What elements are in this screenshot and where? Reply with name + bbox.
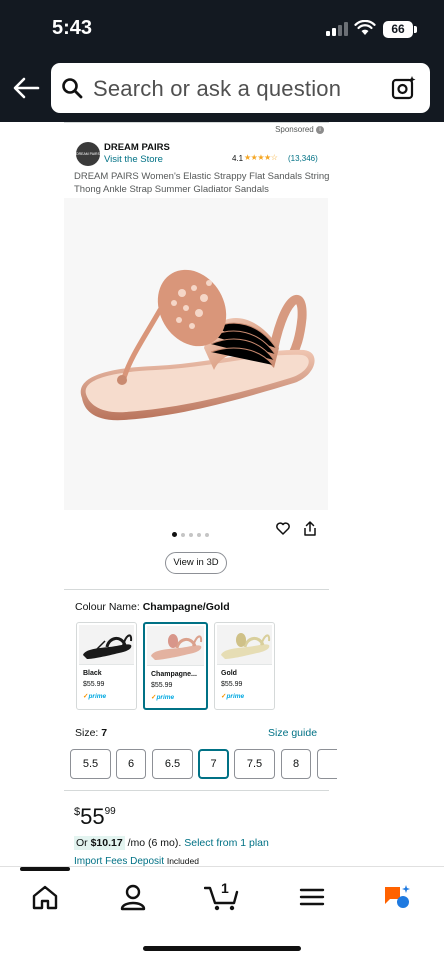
sponsored-label[interactable]: Sponsored i (275, 125, 324, 134)
divider (64, 589, 329, 590)
info-icon: i (316, 125, 324, 134)
battery-indicator: 66 (383, 21, 413, 38)
installment-offer: Or $10.17 /mo (6 mo). Select from 1 plan (74, 836, 269, 850)
price-fraction: 99 (104, 806, 116, 817)
visit-store-link[interactable]: Visit the Store (104, 154, 163, 165)
heart-icon[interactable] (276, 522, 290, 535)
brand-name: DREAM PAIRS (104, 142, 170, 153)
size-option[interactable]: 5.5 (70, 749, 111, 779)
swatch-thumbnail (147, 626, 204, 666)
price-currency: $ (74, 806, 81, 818)
share-icon[interactable] (303, 521, 317, 536)
swatch-price: $55.99 (83, 681, 105, 688)
swatch-name: Gold (221, 670, 237, 677)
colour-swatch-black[interactable]: Black $55.99 ✓prime (76, 622, 137, 710)
star-rating-icon[interactable]: ★★★★☆ (244, 153, 278, 162)
carousel-dot[interactable] (189, 532, 193, 537)
selected-size: 7 (101, 727, 108, 739)
cart-tab[interactable]: 1 (203, 880, 240, 911)
menu-icon[interactable] (297, 883, 327, 911)
product-content: Sponsored i DREAM PAIRS DREAM PAIRS Visi… (0, 122, 444, 868)
price-whole: 55 (80, 804, 105, 829)
back-arrow-icon[interactable] (12, 76, 40, 100)
sandal-thumb (151, 634, 203, 660)
sandal-thumb (221, 633, 271, 659)
carousel-dot[interactable] (172, 532, 177, 538)
image-carousel-dots[interactable] (172, 526, 213, 538)
brand-logo[interactable]: DREAM PAIRS (76, 142, 100, 166)
search-header: Search or ask a question (0, 58, 444, 122)
prime-badge: ✓prime (221, 693, 245, 700)
size-option[interactable]: 6.5 (152, 749, 193, 779)
carousel-dot[interactable] (205, 532, 209, 537)
view-in-3d-button[interactable]: View in 3D (165, 552, 227, 574)
swatch-price: $55.99 (221, 681, 243, 688)
rating-value: 4.1 (232, 154, 244, 163)
status-bar: 5:43 66 (0, 0, 444, 58)
swatch-name: Black (83, 670, 102, 677)
rufus-assistant-icon[interactable] (382, 883, 412, 911)
home-indicator (143, 946, 301, 951)
camera-lens-icon[interactable] (391, 75, 417, 101)
swatch-name: Champagne... (151, 671, 197, 678)
colour-swatch-champagne[interactable]: Champagne... $55.99 ✓prime (143, 622, 208, 710)
product-title: DREAM PAIRS Women's Elastic Strappy Flat… (74, 171, 330, 195)
carousel-dot[interactable] (181, 532, 185, 537)
size-guide-link[interactable]: Size guide (268, 727, 317, 739)
status-time: 5:43 (52, 17, 93, 39)
search-input[interactable]: Search or ask a question (51, 63, 430, 113)
wifi-icon (354, 20, 376, 35)
battery-nub (414, 26, 417, 33)
size-option[interactable]: 6 (116, 749, 146, 779)
swatch-price: $55.99 (151, 682, 173, 689)
active-tab-indicator (20, 867, 70, 871)
swatch-thumbnail (217, 625, 272, 665)
colour-label: Colour Name: Champagne/Gold (75, 601, 230, 613)
import-fees-included: Included (166, 856, 199, 866)
carousel-dot[interactable] (197, 532, 201, 537)
account-icon[interactable] (118, 883, 148, 911)
search-icon (62, 78, 83, 99)
size-option[interactable]: 8 (281, 749, 311, 779)
select-plan-link[interactable]: Select from 1 plan (184, 837, 269, 849)
size-option-selected[interactable]: 7 (198, 749, 229, 779)
size-label: Size: 7 (75, 727, 108, 739)
rating-count-link[interactable]: (13,346) (288, 154, 318, 163)
colour-swatch-gold[interactable]: Gold $55.99 ✓prime (214, 622, 275, 710)
price: $5599 (74, 804, 116, 830)
divider (64, 790, 329, 791)
product-image[interactable] (64, 198, 328, 510)
divider (64, 122, 329, 123)
selected-colour: Champagne/Gold (142, 601, 230, 613)
size-option[interactable]: 7.5 (234, 749, 275, 779)
cart-count: 1 (221, 880, 229, 896)
prime-badge: ✓prime (151, 694, 175, 701)
bottom-tab-bar: 1 (0, 866, 444, 960)
prime-badge: ✓prime (83, 693, 107, 700)
swatch-thumbnail (79, 625, 134, 665)
sandal-illustration (80, 269, 315, 421)
sandal-thumb (83, 634, 133, 659)
home-icon[interactable] (30, 883, 60, 911)
size-option-partial[interactable] (317, 749, 337, 779)
signal-icon (326, 22, 348, 36)
installment-amount-badge: Or $10.17 (74, 836, 125, 850)
search-placeholder: Search or ask a question (93, 76, 342, 101)
